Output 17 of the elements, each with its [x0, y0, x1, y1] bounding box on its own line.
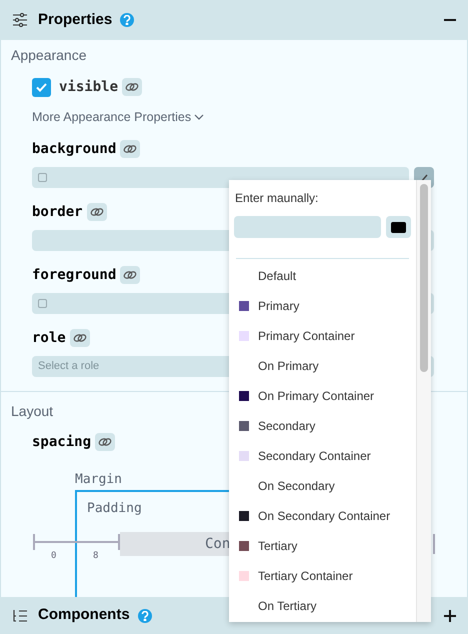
checkbox-label: visible — [59, 78, 118, 96]
select-placeholder: Select a role — [38, 359, 100, 374]
field-label: border — [32, 202, 83, 222]
content-label: Con — [205, 534, 230, 554]
padding-value: 8 — [93, 550, 98, 563]
field-label: role — [32, 328, 66, 348]
field-label: background — [32, 140, 116, 158]
padding-label: Padding — [87, 500, 142, 518]
field-label: spacing — [32, 432, 92, 452]
panel-title: Components — [38, 605, 130, 626]
panel-title: Properties — [38, 10, 112, 30]
section-title: Appearance — [11, 47, 87, 63]
section-title: Layout — [11, 403, 54, 419]
field-label: foreground — [32, 266, 116, 284]
margin-value: 0 — [51, 550, 56, 563]
menu-heading: Enter maunally: — [234, 190, 320, 207]
margin-label: Margin — [75, 471, 122, 489]
